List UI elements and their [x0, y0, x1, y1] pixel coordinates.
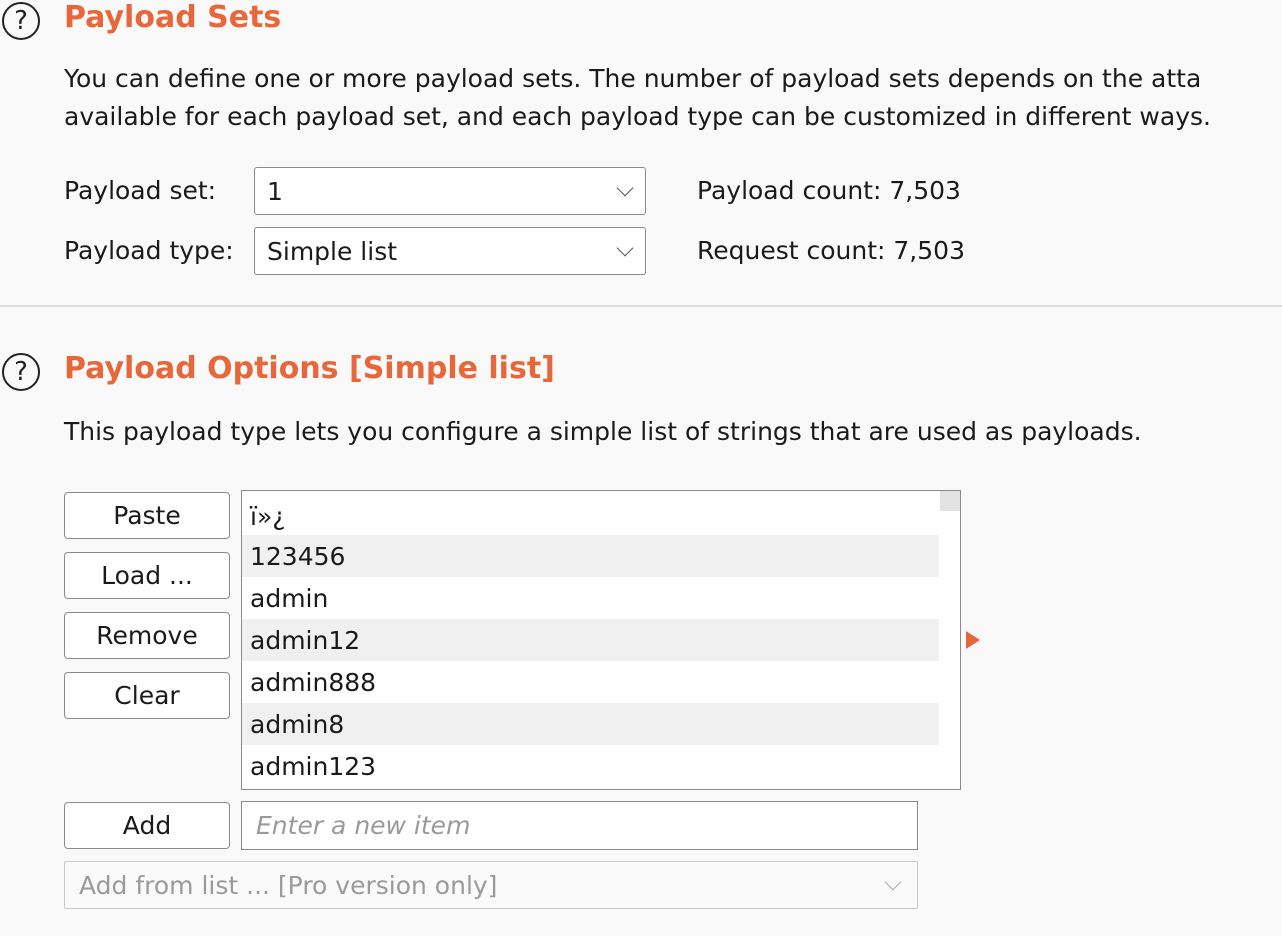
scrollbar-thumb[interactable]	[940, 491, 960, 511]
list-item[interactable]: admin888	[242, 661, 939, 703]
list-item[interactable]: admin	[242, 577, 939, 619]
list-item[interactable]: admin12	[242, 619, 939, 661]
list-item[interactable]: ï»¿	[242, 495, 939, 537]
chevron-down-icon	[616, 179, 634, 197]
payload-type-select[interactable]: Simple list	[254, 227, 646, 275]
list-item[interactable]: admin123	[242, 745, 939, 787]
new-item-input[interactable]	[241, 801, 918, 850]
payload-sets-description-line2: available for each payload set, and each…	[64, 102, 1211, 131]
payload-list[interactable]: ï»¿ 123456 admin admin12 admin888 admin8…	[241, 490, 961, 790]
payload-type-value: Simple list	[267, 236, 398, 266]
add-from-list-label: Add from list ... [Pro version only]	[79, 870, 498, 900]
list-item[interactable]: admin8	[242, 703, 939, 745]
chevron-down-icon	[616, 239, 634, 257]
list-item[interactable]: 123456	[242, 535, 939, 577]
paste-button[interactable]: Paste	[64, 492, 230, 539]
payload-set-label: Payload set:	[64, 176, 217, 205]
expand-arrow-icon[interactable]	[966, 631, 980, 649]
payload-options-title: Payload Options [Simple list]	[64, 351, 555, 386]
add-button[interactable]: Add	[64, 802, 230, 849]
help-icon[interactable]: ?	[2, 2, 40, 40]
payload-count: Payload count: 7,503	[697, 176, 961, 205]
clear-button[interactable]: Clear	[64, 672, 230, 719]
remove-button[interactable]: Remove	[64, 612, 230, 659]
request-count: Request count: 7,503	[697, 236, 965, 265]
payload-sets-description-line1: You can define one or more payload sets.…	[64, 64, 1202, 93]
payload-type-label: Payload type:	[64, 236, 234, 265]
section-divider	[0, 305, 1282, 307]
add-from-list-select: Add from list ... [Pro version only]	[64, 861, 918, 909]
load-button[interactable]: Load ...	[64, 552, 230, 599]
payload-options-description: This payload type lets you configure a s…	[64, 417, 1142, 446]
payload-set-select[interactable]: 1	[254, 167, 646, 215]
help-icon[interactable]: ?	[2, 353, 40, 391]
payload-sets-title: Payload Sets	[64, 0, 282, 35]
chevron-down-icon	[884, 873, 902, 891]
payload-set-value: 1	[267, 176, 283, 206]
